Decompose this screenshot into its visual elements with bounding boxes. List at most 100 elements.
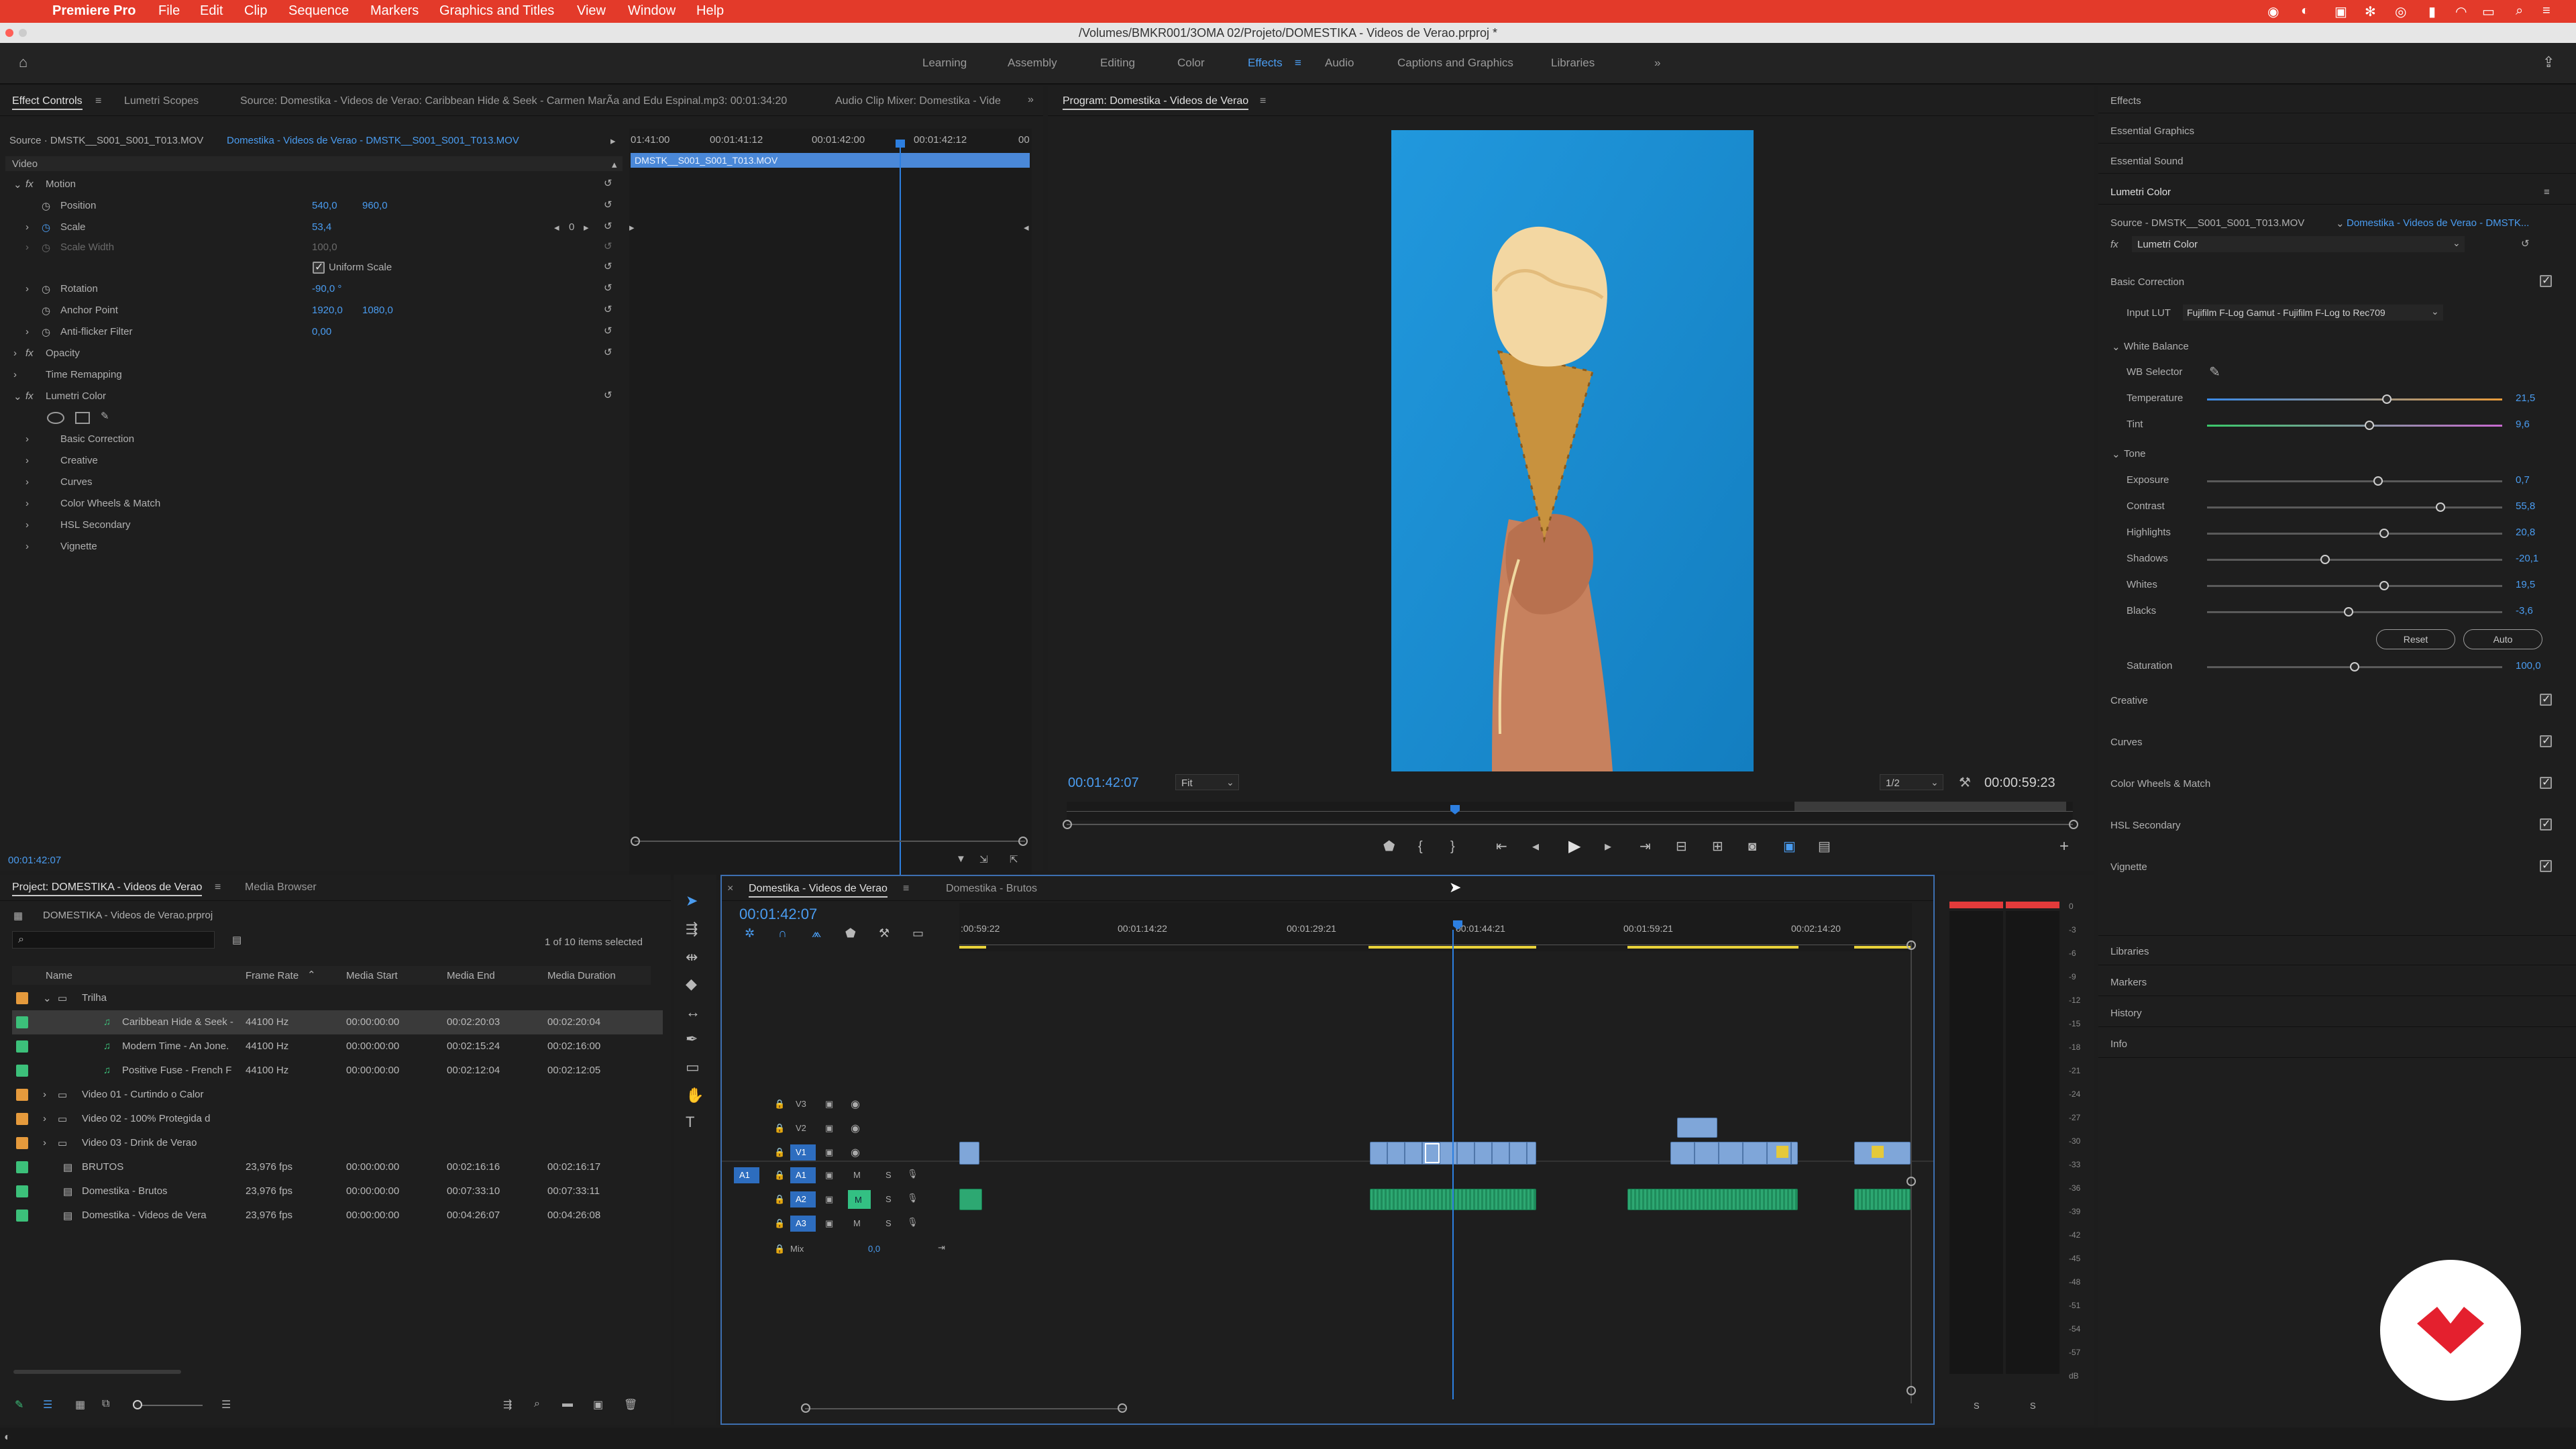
col-media-end[interactable]: Media End [447,970,495,981]
panel-menu-icon[interactable]: ≡ [215,881,221,894]
slider-track-blacks[interactable] [2207,611,2502,613]
basic-correction-checkbox[interactable] [2540,274,2552,287]
menu-view[interactable]: View [577,3,606,19]
libraries-header[interactable]: Libraries [2110,946,2149,957]
slider-track-exposure[interactable] [2207,480,2502,482]
tone-label[interactable]: Tone [2124,448,2146,460]
play-only-audio-icon[interactable]: ▸ [610,135,616,147]
slider-value-shadows[interactable]: -20,1 [2516,553,2538,564]
timeline-ruler[interactable]: :00:59:22 00:01:14:22 00:01:29:21 00:01:… [959,903,1912,951]
project-row[interactable]: › ▭ Video 02 - 100% Protegida d [12,1107,663,1131]
scroll-handle[interactable] [1118,1403,1127,1413]
slider-knob-tint[interactable] [2365,421,2374,430]
scroll-up-icon[interactable]: ▴ [612,158,617,170]
go-to-in-icon[interactable]: ⇤ [1496,840,1507,853]
razor-tool-icon[interactable]: ◆ [686,977,697,991]
lumetri-basic-correction[interactable]: Basic Correction [60,433,134,445]
status-icon[interactable]: ◉ [2267,3,2279,20]
status-icon[interactable]: ◐ [2301,3,2309,19]
go-to-out-icon[interactable]: ⇥ [938,1242,945,1253]
close-tab-icon[interactable]: × [727,883,733,895]
step-forward-icon[interactable]: ▸ [1605,840,1611,853]
mark-in-icon[interactable]: { [1418,840,1423,853]
slider-knob-blacks[interactable] [2344,607,2354,616]
tab-source[interactable]: Source: Domestika - Videos de Verao: Car… [240,95,787,107]
slider-track-temperature[interactable] [2207,398,2502,400]
menu-file[interactable]: File [158,3,180,19]
panel-menu-icon[interactable]: ≡ [903,883,909,895]
label-color-swatch[interactable] [16,1065,28,1077]
track-area[interactable] [959,1091,1912,1292]
lock-icon[interactable]: 🔒 [774,1147,785,1158]
label-color-swatch[interactable] [16,1185,28,1197]
vignette-section[interactable]: Vignette [2110,861,2147,873]
proxy-toggle-icon[interactable]: ▤ [1818,840,1831,853]
slider-value-highlights[interactable]: 20,8 [2516,527,2535,538]
anchor-y-value[interactable]: 1080,0 [362,305,393,316]
label-color-swatch[interactable] [16,1089,28,1101]
expand-icon[interactable]: › [25,326,29,337]
project-row[interactable]: ♫ Positive Fuse - French F 44100 Hz 00:00:0… [12,1059,663,1083]
reset-icon[interactable]: ↺ [604,325,612,337]
slider-knob-temperature[interactable] [2382,394,2392,404]
filter-icon[interactable]: ▼ [956,853,966,865]
settings-wrench-icon[interactable]: ⚒ [1959,774,1971,791]
snap-icon[interactable]: ∩ [778,927,787,939]
info-header[interactable]: Info [2110,1038,2127,1050]
col-name[interactable]: Name [46,970,72,981]
uniform-scale-checkbox[interactable] [313,260,325,274]
go-to-out-icon[interactable]: ⇥ [1640,840,1651,853]
scroll-handle[interactable] [801,1403,810,1413]
expand-icon[interactable]: › [25,541,29,552]
mute-button[interactable]: M [853,1170,861,1180]
zoom-slider[interactable] [136,1405,203,1406]
captions-icon[interactable]: ▭ [912,927,924,939]
fit-dropdown[interactable]: Fit ⌄ [1175,774,1239,790]
markers-header[interactable]: Markers [2110,977,2147,988]
status-icon[interactable]: ▮ [2428,3,2436,20]
source-a1-patch[interactable]: A1 [734,1167,759,1183]
more-workspaces-icon[interactable]: » [1654,56,1660,70]
sync-lock-icon[interactable]: ▣ [825,1194,833,1205]
audio-clip[interactable] [959,1189,982,1210]
ec-zoom-scrollbar[interactable] [635,841,1025,842]
motion-toggle-icon[interactable]: ⌄ [13,178,22,191]
sort-asc-icon[interactable]: ⌃ [307,969,316,981]
label-color-swatch[interactable] [16,992,28,1004]
project-row[interactable]: ♫ Caribbean Hide & Seek - 44100 Hz 00:00:00… [12,1010,663,1034]
new-item-icon[interactable]: ▣ [593,1398,603,1411]
hsl-section[interactable]: HSL Secondary [2110,820,2181,831]
ec-zoom-handle[interactable] [631,837,640,846]
play-icon[interactable]: ▶ [1568,839,1580,855]
audio-clip[interactable] [1627,1189,1798,1210]
program-monitor-tab[interactable]: Program: Domestika - Videos de Verao [1063,95,1249,110]
lock-icon[interactable]: 🔒 [774,1170,785,1181]
timeline-playhead[interactable] [1452,930,1454,1399]
horizontal-scrollbar[interactable] [805,1408,1127,1409]
reset-icon[interactable]: ↺ [604,199,612,211]
lumetri-creative[interactable]: Creative [60,455,98,466]
track-a3-label[interactable]: A3 [790,1216,816,1232]
prev-keyframe-icon[interactable]: ◂ [554,221,559,233]
program-scrollbar[interactable] [1067,824,2073,825]
workspace-assembly[interactable]: Assembly [1008,56,1057,70]
input-lut-dropdown[interactable]: Fujifilm F-Log Gamut - Fujifilm F-Log to… [2183,305,2443,321]
lumetri-sequence-label[interactable]: Domestika - Videos de Verao - DMSTK... [2339,217,2529,229]
reset-icon[interactable]: ↺ [2521,237,2530,250]
step-back-icon[interactable]: ◂ [1532,840,1539,853]
tab-audio-clip-mixer[interactable]: Audio Clip Mixer: Domestika - Vide [835,95,1001,107]
video-clip[interactable] [959,1142,979,1165]
effects-header[interactable]: Effects [2110,95,2141,107]
panel-menu-icon[interactable]: ≡ [95,95,101,107]
workspace-menu-icon[interactable]: ≡ [1295,56,1301,70]
label-color-swatch[interactable] [16,1016,28,1028]
solo-left-button[interactable]: S [1974,1401,1980,1411]
mute-button[interactable]: M [853,1218,861,1228]
mix-value[interactable]: 0,0 [868,1244,880,1254]
type-tool-icon[interactable]: T [686,1115,694,1130]
slider-value-temperature[interactable]: 21,5 [2516,392,2535,404]
reset-icon[interactable]: ↺ [604,177,612,189]
menu-markers[interactable]: Markers [370,3,419,19]
color-wheels-checkbox[interactable] [2540,775,2552,789]
program-time-ruler[interactable] [1067,802,2073,820]
